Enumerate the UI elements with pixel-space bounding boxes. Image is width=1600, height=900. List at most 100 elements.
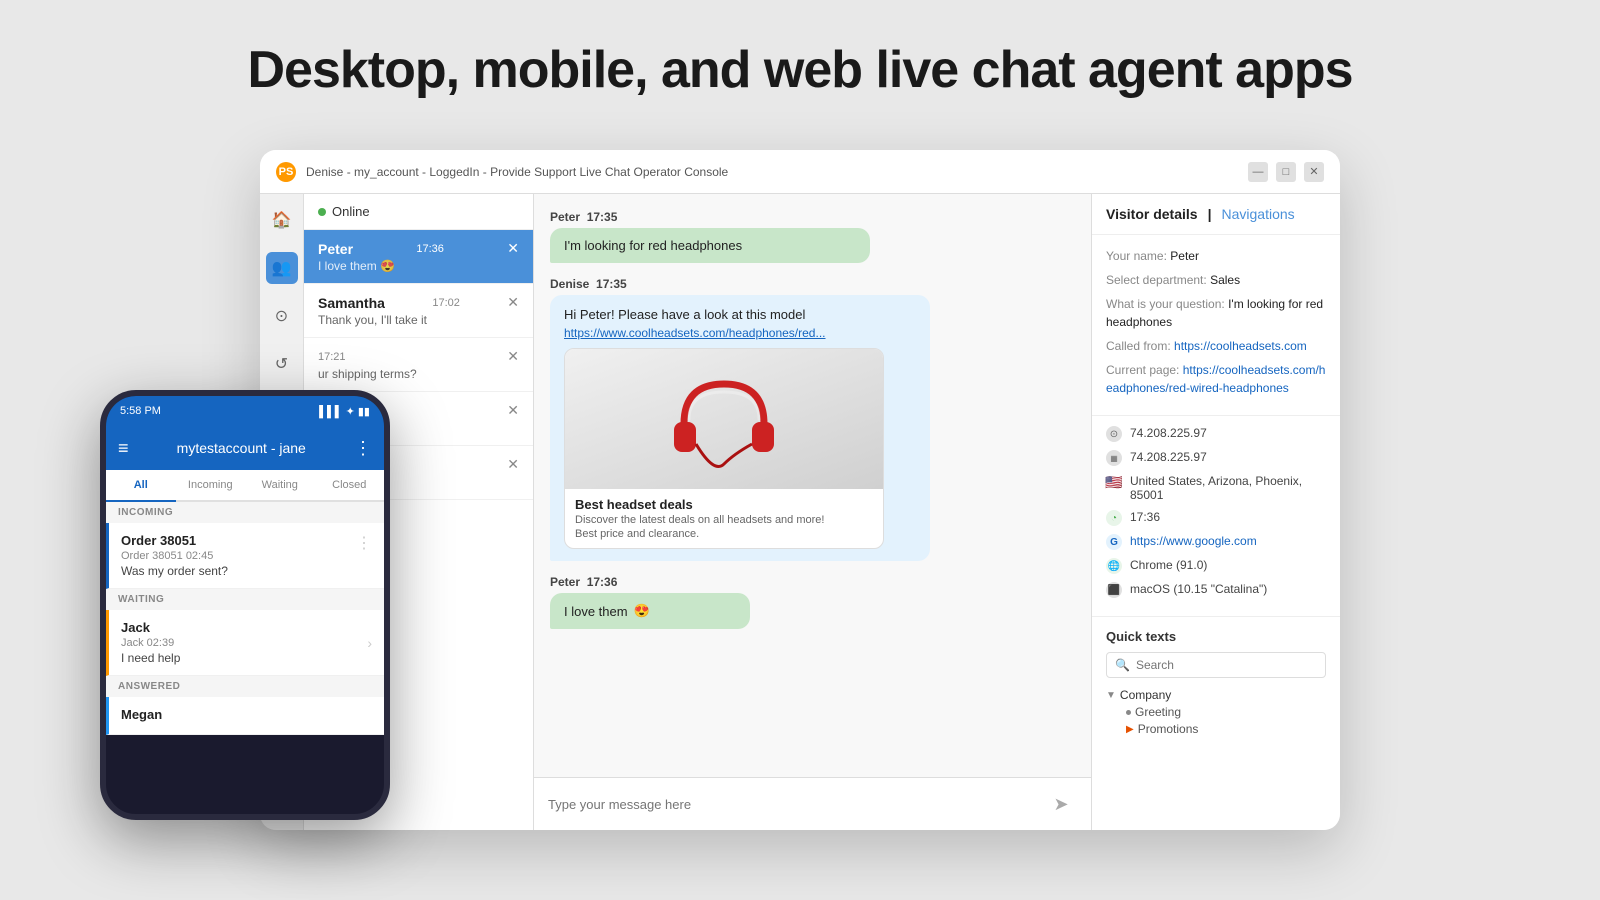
- question-label: What is your question:: [1106, 297, 1225, 311]
- os-icon: ⬛: [1106, 582, 1122, 598]
- phone-chat-order[interactable]: Order 38051 Order 38051 02:45 Was my ord…: [106, 523, 384, 589]
- close-button[interactable]: ✕: [1304, 162, 1324, 182]
- chat-list-header: Online: [304, 194, 533, 230]
- quick-texts-title: Quick texts: [1106, 629, 1326, 644]
- phone-jack-sub: Jack 02:39: [121, 637, 180, 649]
- page-title: Desktop, mobile, and web live chat agent…: [0, 0, 1600, 130]
- called-link[interactable]: https://coolheadsets.com: [1174, 339, 1307, 353]
- search-icon: 🔍: [1115, 658, 1130, 672]
- chat-time-peter: 17:36: [416, 243, 444, 255]
- msg-sender-visitor2: Peter 17:36: [550, 575, 1075, 589]
- sidebar-icon-home[interactable]: 🏠: [266, 204, 298, 236]
- phone-status-bar: 5:58 PM ▌▌▌ ✦ ▮▮: [106, 396, 384, 426]
- chat-list-item-peter[interactable]: Peter 17:36 ✕ I love them 😍: [304, 230, 533, 284]
- visitor-current-row: Current page: https://coolheadsets.com/h…: [1106, 361, 1326, 397]
- app-logo: PS: [276, 162, 296, 182]
- chat-preview-3: ur shipping terms?: [318, 367, 519, 381]
- qt-company-parent[interactable]: ▼ Company: [1106, 688, 1326, 702]
- phone-chat-jack-content: Jack Jack 02:39 I need help: [121, 620, 180, 665]
- phone-jack-name: Jack: [121, 620, 180, 635]
- phone-jack-arrow[interactable]: ›: [367, 635, 372, 651]
- current-label: Current page:: [1106, 363, 1179, 377]
- phone-order-more[interactable]: ⋮: [356, 533, 372, 553]
- sidebar-icon-history[interactable]: ⊙: [266, 300, 298, 332]
- phone-account-name: mytestaccount - jane: [137, 440, 346, 456]
- headphone-card-desc1: Discover the latest deals on all headset…: [575, 514, 873, 526]
- phone-chat-megan[interactable]: Megan: [106, 697, 384, 735]
- phone-chat-jack[interactable]: Jack Jack 02:39 I need help ›: [106, 610, 384, 676]
- phone-tab-waiting[interactable]: Waiting: [245, 470, 315, 500]
- agent-msg-link[interactable]: https://www.coolheadsets.com/headphones/…: [564, 326, 916, 340]
- msg-bubble-agent: Hi Peter! Please have a look at this mod…: [550, 295, 930, 561]
- phone-chat-megan-content: Megan: [121, 707, 162, 724]
- qt-greeting[interactable]: Greeting: [1106, 705, 1326, 719]
- visitor-panel-header: Visitor details | Navigations: [1092, 194, 1340, 235]
- chat-list-item-samantha[interactable]: Samantha 17:02 ✕ Thank you, I'll take it: [304, 284, 533, 338]
- desktop-window: PS Denise - my_account - LoggedIn - Prov…: [260, 150, 1340, 830]
- visitor-info: Your name: Peter Select department: Sale…: [1092, 235, 1340, 416]
- phone-menu-icon[interactable]: ≡: [118, 438, 129, 459]
- phone-time: 5:58 PM: [120, 405, 161, 417]
- msg-row-visitor1: Peter 17:35 I'm looking for red headphon…: [550, 210, 1075, 263]
- chat-close-4[interactable]: ✕: [507, 402, 519, 419]
- msg-bubble-visitor2: I love them 😍: [550, 593, 750, 629]
- qt-company: ▼ Company Greeting ▶ Promotions: [1106, 688, 1326, 736]
- chat-close-peter[interactable]: ✕: [507, 240, 519, 257]
- chat-name-peter: Peter: [318, 241, 353, 257]
- google-icon: G: [1106, 534, 1122, 550]
- meta-browser-row: 🌐 Chrome (91.0): [1106, 558, 1326, 574]
- headphone-image: [565, 349, 883, 489]
- quick-search-input[interactable]: [1136, 658, 1317, 672]
- phone-tab-incoming[interactable]: Incoming: [176, 470, 246, 500]
- quick-search-box[interactable]: 🔍: [1106, 652, 1326, 678]
- flag-icon: 🇺🇸: [1106, 474, 1122, 490]
- love-emoji: 😍: [634, 603, 650, 619]
- visitor-nav-link[interactable]: Navigations: [1221, 206, 1294, 222]
- qt-promotions[interactable]: ▶ Promotions: [1106, 722, 1326, 736]
- phone-more-icon[interactable]: ⋮: [354, 438, 372, 459]
- meta-time-row: ◔ 17:36: [1106, 510, 1326, 526]
- visitor-question-row: What is your question: I'm looking for r…: [1106, 295, 1326, 331]
- phone-order-sub: Order 38051 02:45: [121, 550, 228, 562]
- meta-location-row: 🇺🇸 United States, Arizona, Phoenix, 8500…: [1106, 474, 1326, 502]
- qt-greeting-label: Greeting: [1135, 705, 1181, 719]
- chat-close-5[interactable]: ✕: [507, 456, 519, 473]
- clock-icon: ◔: [1106, 510, 1122, 526]
- chat-close-3[interactable]: ✕: [507, 348, 519, 365]
- quick-texts-section: Quick texts 🔍 ▼ Company Greeting ▶: [1092, 617, 1340, 830]
- called-label: Called from:: [1106, 339, 1171, 353]
- phone-order-name: Order 38051: [121, 533, 228, 548]
- phone-section-answered: ANSWERED: [106, 676, 384, 697]
- headphone-svg: [664, 364, 784, 474]
- meta-os: macOS (10.15 "Catalina"): [1130, 582, 1267, 596]
- meta-ip2-row: ▦ 74.208.225.97: [1106, 450, 1326, 466]
- chat-time-3: 17:21: [318, 351, 346, 363]
- maximize-button[interactable]: □: [1276, 162, 1296, 182]
- visitor-panel-title: Visitor details: [1106, 206, 1198, 222]
- chat-list-item-3[interactable]: 17:21 ✕ ur shipping terms?: [304, 338, 533, 392]
- app-layout: 🏠 👥 ⊙ ↺ ℹ Online Peter 17:36 ✕ I love th…: [260, 194, 1340, 830]
- sidebar-icon-users[interactable]: 👥: [266, 252, 298, 284]
- msg-sender-visitor1: Peter 17:35: [550, 210, 1075, 224]
- qt-promotions-arrow: ▶: [1126, 724, 1134, 735]
- meta-os-row: ⬛ macOS (10.15 "Catalina"): [1106, 582, 1326, 598]
- phone-tab-closed[interactable]: Closed: [315, 470, 385, 500]
- phone-tab-all[interactable]: All: [106, 470, 176, 502]
- phone-section-waiting: WAITING: [106, 589, 384, 610]
- sidebar-icon-settings[interactable]: ↺: [266, 348, 298, 380]
- meta-browser: Chrome (91.0): [1130, 558, 1207, 572]
- msg-row-agent: Denise 17:35 Hi Peter! Please have a loo…: [550, 277, 1075, 561]
- chat-input[interactable]: [548, 797, 1037, 812]
- headphone-card: Best headset deals Discover the latest d…: [564, 348, 884, 549]
- meta-location: United States, Arizona, Phoenix, 85001: [1130, 474, 1326, 502]
- send-button[interactable]: ➤: [1045, 788, 1077, 820]
- name-value: Peter: [1170, 249, 1199, 263]
- phone-jack-msg: I need help: [121, 651, 180, 665]
- online-dot: [318, 208, 326, 216]
- visitor-panel: Visitor details | Navigations Your name:…: [1092, 194, 1340, 830]
- online-status: Online: [332, 204, 370, 219]
- chat-preview-peter: I love them 😍: [318, 259, 519, 273]
- chat-close-samantha[interactable]: ✕: [507, 294, 519, 311]
- meta-referrer[interactable]: https://www.google.com: [1130, 534, 1257, 548]
- minimize-button[interactable]: —: [1248, 162, 1268, 182]
